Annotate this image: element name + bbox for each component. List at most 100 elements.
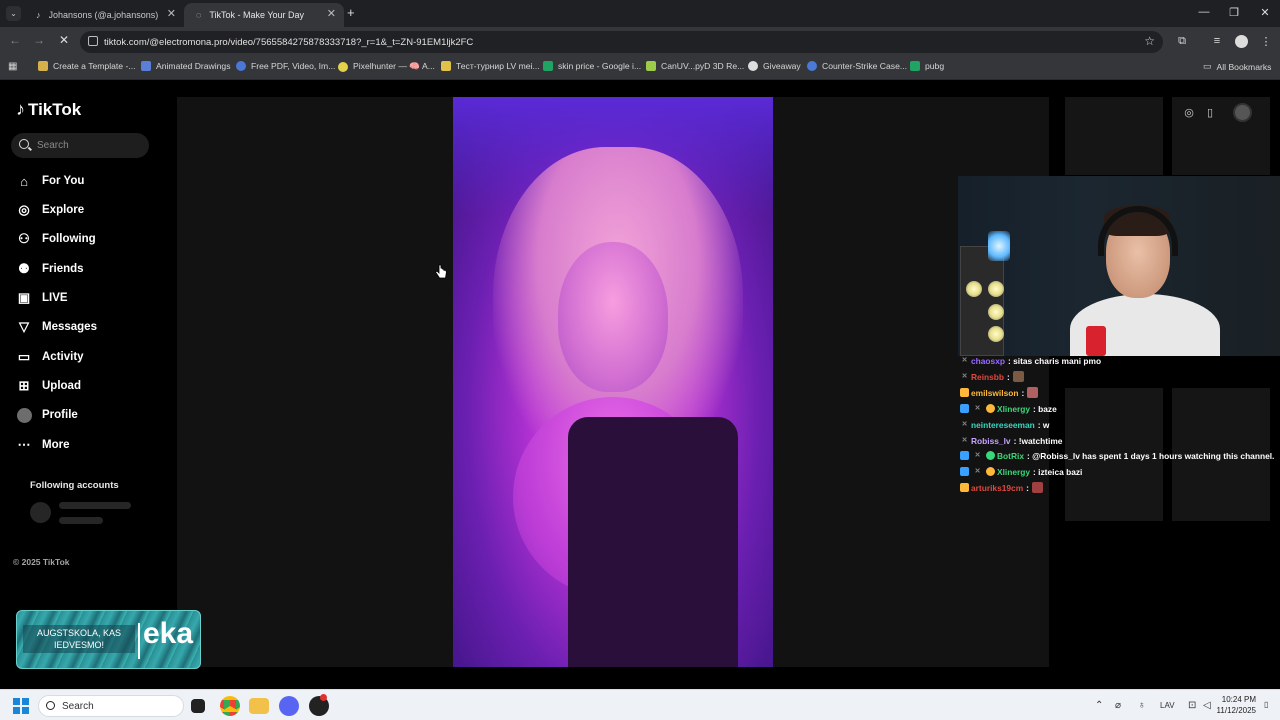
close-icon[interactable]: ✕	[167, 7, 176, 20]
restore-icon[interactable]: ❐	[1219, 6, 1249, 19]
bookmark-favicon-icon	[141, 61, 151, 71]
language-indicator[interactable]: LAV	[1160, 701, 1175, 710]
tiktok-icon: ♪	[36, 10, 41, 20]
eka-ad-banner: AUGSTSKOLA, KAS IEDVESMO! eka	[16, 610, 201, 669]
chrome-icon[interactable]	[220, 696, 240, 716]
messages-icon: ▽	[19, 319, 29, 334]
sub-badge-icon	[960, 483, 969, 492]
chat-badge-icon: ✕	[961, 421, 968, 428]
device-icon[interactable]: ▯	[1203, 106, 1217, 120]
chat-message: ✕ BotRix: @Robiss_lv has spent 1 days 1 …	[958, 448, 1274, 463]
tab-title: Johansons (@a.johansons) | Tik	[48, 10, 159, 20]
ad-slogan: AUGSTSKOLA, KAS IEDVESMO!	[23, 625, 135, 653]
avatar[interactable]	[1233, 103, 1252, 122]
bookmark-item[interactable]: Pixelhunter — 🧠 A...	[338, 61, 435, 72]
chevron-up-icon[interactable]: ⌃	[1095, 700, 1103, 711]
task-view-icon[interactable]	[191, 699, 205, 713]
network-icon[interactable]: ⌀	[1115, 700, 1121, 711]
bookmark-favicon-icon	[543, 61, 553, 71]
tiktok-sidebar: ♪ TikTok Search ⌂ For You ◎ Explore ⚇ Follo…	[0, 81, 176, 689]
bookmark-star-icon[interactable]: ☆	[1144, 34, 1155, 48]
mod-badge-icon	[960, 404, 969, 413]
volume-icon[interactable]: ◁	[1203, 700, 1211, 711]
bookmark-favicon-icon	[441, 61, 451, 71]
nav-activity[interactable]: ▭ Activity	[16, 347, 84, 367]
streamer-webcam	[958, 176, 1280, 356]
bookmark-favicon-icon	[910, 61, 920, 71]
file-explorer-icon[interactable]	[249, 698, 269, 714]
copyright: © 2025 TikTok	[13, 557, 70, 567]
back-icon[interactable]: ←	[6, 33, 24, 47]
chat-message: ✕ Xlinergy: baze	[958, 401, 1057, 416]
video-frame[interactable]	[453, 97, 773, 667]
bookmark-item[interactable]: Giveaway	[748, 61, 801, 71]
chat-badge-icon: ✕	[974, 452, 981, 459]
discord-icon[interactable]	[279, 696, 299, 716]
tab-johansons[interactable]: ♪ Johansons (@a.johansons) | Tik ✕	[24, 3, 184, 27]
nav-profile[interactable]: Profile	[16, 405, 78, 425]
new-tab-button[interactable]: +	[347, 5, 355, 20]
overlay-panel	[1065, 97, 1163, 175]
skeleton-avatar	[30, 502, 51, 523]
forward-icon[interactable]: →	[30, 33, 48, 47]
notifications-icon[interactable]: ▯	[1264, 700, 1268, 709]
nav-more[interactable]: ⋯ More	[16, 435, 70, 455]
chat-message: ✕ chaosxp: sitas charis mani pmo	[961, 355, 1102, 366]
chat-message: ✕ Robiss_lv: !watchtime	[961, 435, 1063, 446]
tab-tiktok-make-your-day[interactable]: ◌ TikTok - Make Your Day ✕	[184, 3, 344, 27]
sub-badge-icon	[960, 388, 969, 397]
stop-icon[interactable]: ✕	[55, 33, 73, 47]
bookmark-item[interactable]: pubg	[910, 61, 944, 71]
bookmark-item[interactable]: Тест-турнир LV mei...	[441, 61, 540, 71]
windows-start-icon[interactable]	[13, 698, 29, 714]
ad-brand: eka	[143, 617, 194, 650]
following-icon: ⚇	[18, 231, 30, 246]
apps-icon[interactable]: ▦	[8, 61, 17, 72]
chat-message: ✕ neintereseeman: w	[961, 419, 1050, 430]
chat-badge-icon: ✕	[974, 468, 981, 475]
bot-badge-icon	[986, 451, 995, 460]
tiktok-logo[interactable]: ♪ TikTok	[16, 99, 81, 120]
nav-for-you[interactable]: ⌂ For You	[16, 171, 84, 191]
taskbar-search-input[interactable]: Search	[38, 695, 184, 717]
extensions-icon[interactable]: ⧉	[1174, 35, 1190, 48]
avatar[interactable]	[1235, 35, 1248, 48]
address-bar[interactable]: tiktok.com/@electromona.pro/video/756558…	[80, 31, 1163, 53]
all-bookmarks[interactable]: ▭ All Bookmarks	[1203, 61, 1271, 72]
nav-friends[interactable]: ⚉ Friends	[16, 259, 83, 279]
nav-following[interactable]: ⚇ Following	[16, 229, 95, 249]
search-input[interactable]: Search	[11, 133, 149, 158]
site-info-icon[interactable]	[88, 36, 98, 46]
menu-icon[interactable]: ⋮	[1258, 35, 1274, 48]
nav-explore[interactable]: ◎ Explore	[16, 200, 84, 220]
explore-icon[interactable]: ◎	[1182, 106, 1196, 120]
bookmark-item[interactable]: Counter-Strike Case...	[807, 61, 907, 71]
home-icon: ⌂	[20, 173, 28, 189]
microphone-icon[interactable]: ♁	[1138, 700, 1146, 711]
hand-cursor-icon	[434, 264, 447, 279]
bookmark-item[interactable]: Create a Template -...	[38, 61, 135, 71]
close-window-icon[interactable]: ✕	[1250, 6, 1280, 19]
clock[interactable]: 10:24 PM 11/12/2025	[1217, 694, 1256, 716]
url-text: tiktok.com/@electromona.pro/video/756558…	[104, 36, 474, 48]
taskbar: Search ⌃ ⌀ ♁ LAV ⊡ ◁ 10:24 PM 11/12/2025…	[0, 689, 1280, 720]
close-icon[interactable]: ✕	[327, 7, 336, 20]
more-icon: ⋯	[17, 437, 31, 452]
bookmark-item[interactable]: Animated Drawings	[141, 61, 231, 71]
emote-icon	[1031, 482, 1043, 493]
wifi-icon[interactable]: ⊡	[1188, 700, 1196, 711]
minimize-icon[interactable]: —	[1189, 6, 1219, 18]
search-icon	[46, 701, 55, 710]
nav-messages[interactable]: ▽ Messages	[16, 317, 97, 337]
clock-date: 11/12/2025	[1216, 706, 1256, 715]
nav-live[interactable]: ▣ LIVE	[16, 288, 68, 308]
stream-chat: ✕ chaosxp: sitas charis mani pmo ✕ Reins…	[958, 355, 1280, 495]
bookmarks-bar: ▦ Create a Template -... Animated Drawin…	[0, 56, 1280, 80]
nav-upload[interactable]: ⊞ Upload	[16, 376, 81, 396]
folder-icon: ▭	[1203, 61, 1212, 71]
bookmark-item[interactable]: Free PDF, Video, Im...	[236, 61, 335, 71]
media-icon[interactable]: ≡	[1209, 35, 1225, 47]
bookmark-item[interactable]: CanUV...pyD 3D Re...	[646, 61, 744, 71]
bookmark-item[interactable]: skin price - Google i...	[543, 61, 641, 71]
tab-search-button[interactable]: ⌄	[6, 6, 21, 21]
